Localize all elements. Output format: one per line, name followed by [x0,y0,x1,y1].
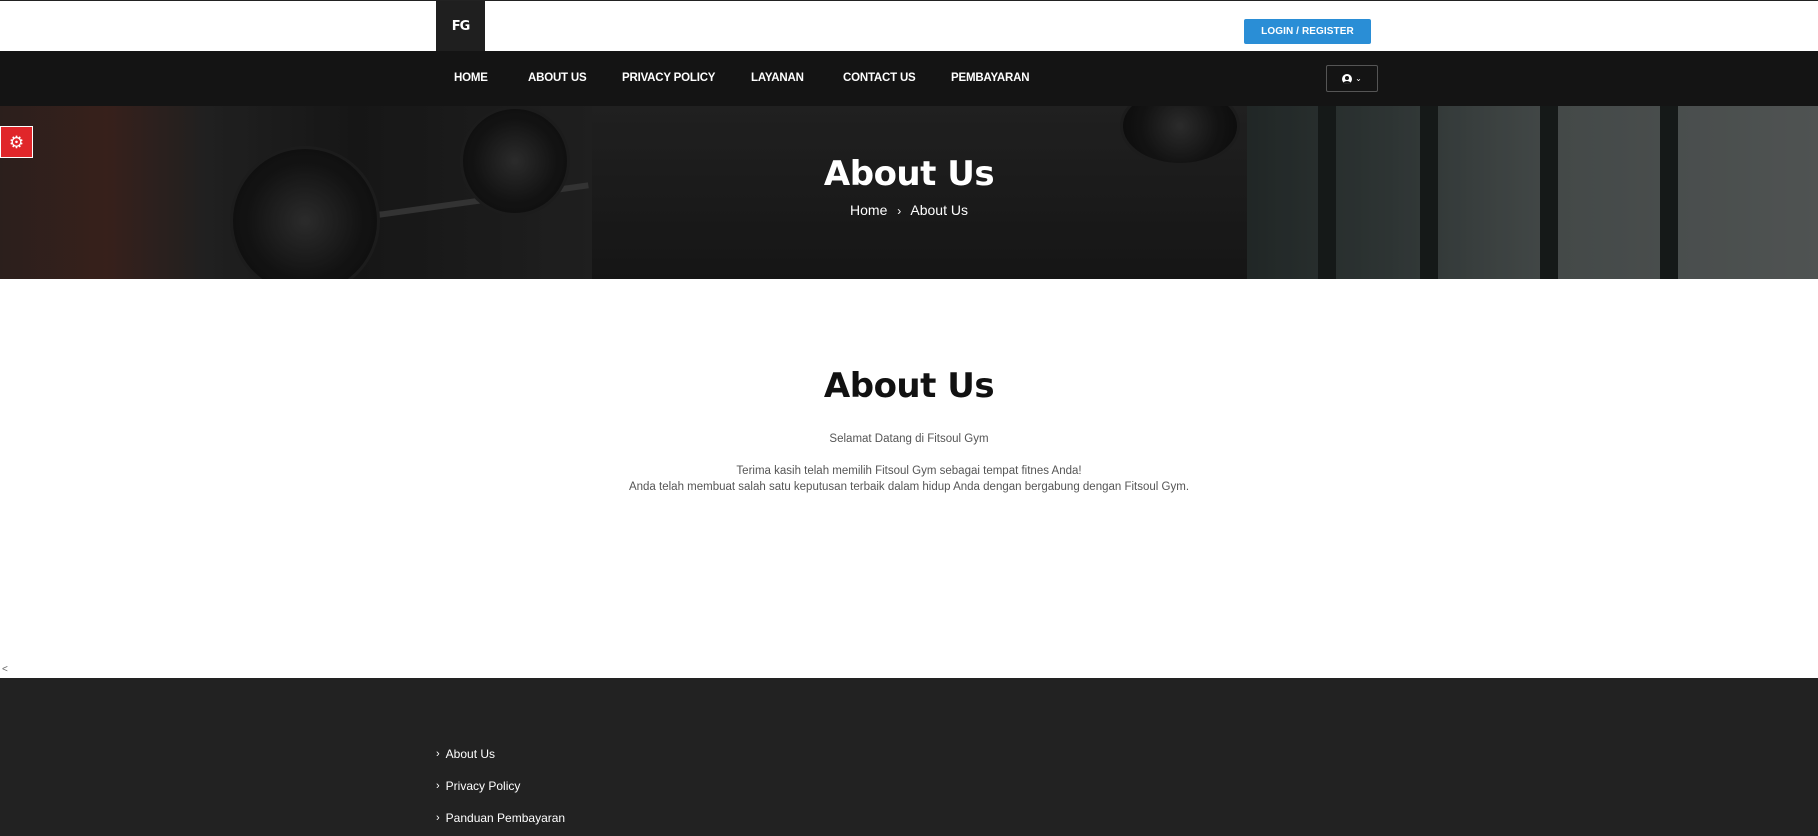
footer: › About Us › Privacy Policy › Panduan Pe… [0,678,1818,836]
intro-line-1: Terima kasih telah memilih Fitsoul Gym s… [736,465,1082,477]
breadcrumb-chevron-icon: › [897,204,902,218]
nav-item-about-us[interactable]: ABOUT US [528,51,587,106]
footer-link-panduan-pembayaran[interactable]: › Panduan Pembayaran [436,811,565,825]
nav-item-layanan[interactable]: LAYANAN [751,51,804,106]
intro-line-2: Anda telah membuat salah satu keputusan … [628,481,1190,493]
main-navigation: HOME ABOUT US PRIVACY POLICY LAYANAN CON… [0,51,1818,106]
breadcrumb: Home › About Us [0,202,1818,218]
settings-panel-toggle[interactable]: ⚙ [0,126,33,158]
chevron-down-icon: ⌄ [1355,73,1362,83]
site-logo[interactable]: FG [436,1,485,52]
hero-banner: About Us Home › About Us [0,106,1818,279]
chevron-right-icon: › [436,748,440,760]
nav-item-contact-us[interactable]: CONTACT US [843,51,916,106]
stray-character: < [2,664,8,675]
nav-item-pembayaran[interactable]: PEMBAYARAN [951,51,1030,106]
footer-link-about-us[interactable]: › About Us [436,747,495,761]
footer-link-label: Panduan Pembayaran [445,811,566,825]
logo-text: FG [451,19,471,34]
login-register-button[interactable]: LOGIN / REGISTER [1244,19,1371,44]
user-circle-icon [1342,73,1353,84]
page-title: About Us [823,366,995,406]
account-dropdown-button[interactable]: ⌄ [1326,65,1378,92]
top-bar: FG LOGIN / REGISTER [0,0,1818,52]
chevron-right-icon: › [436,780,440,792]
footer-link-privacy-policy[interactable]: › Privacy Policy [436,779,520,793]
footer-link-label: About Us [445,747,496,761]
hero-title: About Us [823,154,995,194]
breadcrumb-home-link[interactable]: Home [850,202,887,218]
breadcrumb-current: About Us [910,202,968,218]
chevron-right-icon: › [436,812,440,824]
welcome-text: Selamat Datang di Fitsoul Gym [829,433,989,445]
footer-link-label: Privacy Policy [445,779,521,793]
nav-item-privacy-policy[interactable]: PRIVACY POLICY [622,51,715,106]
gear-icon: ⚙ [8,132,25,152]
nav-item-home[interactable]: HOME [454,51,488,106]
